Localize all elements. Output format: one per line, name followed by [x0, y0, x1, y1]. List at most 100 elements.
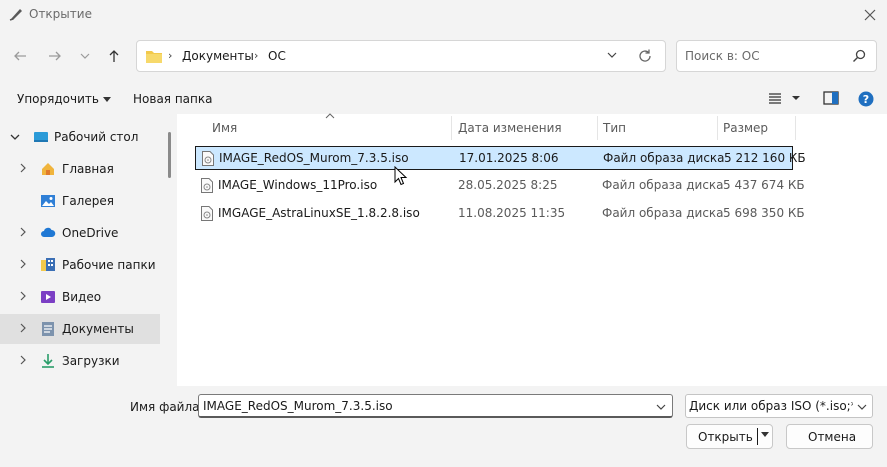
sidebar-item-label: Видео: [62, 290, 102, 304]
arrow-up-icon: [109, 50, 119, 62]
column-header-size[interactable]: Размер: [718, 114, 796, 142]
cloud-icon: [41, 227, 56, 237]
close-icon: [864, 9, 876, 21]
filename-value: IMAGE_RedOS_Murom_7.3.5.iso: [203, 399, 393, 413]
chevron-right-icon[interactable]: [18, 355, 28, 365]
chevron-right-icon[interactable]: [18, 259, 28, 269]
filename-label: Имя файла:: [130, 400, 204, 414]
window-title: Открытие: [29, 7, 92, 21]
chevron-down-icon[interactable]: [607, 50, 617, 60]
navigation-bar: › Документы › ОС Поиск в: ОС: [0, 38, 887, 74]
chevron-right-icon[interactable]: [18, 227, 28, 237]
forward-button[interactable]: [45, 46, 65, 66]
preview-pane-icon: [823, 91, 839, 105]
chevron-down-icon[interactable]: [10, 132, 20, 142]
column-header-name[interactable]: Имя: [195, 114, 451, 142]
navigation-scrollbar[interactable]: [168, 132, 171, 178]
file-list: Имя Дата изменения Тип Размер IMAGE_RedO…: [177, 113, 887, 386]
sidebar-item-downloads[interactable]: Загрузки: [0, 346, 160, 376]
sidebar-item-work-folders[interactable]: Рабочие папки: [0, 250, 160, 280]
search-placeholder: Поиск в: ОС: [685, 49, 760, 63]
view-options-button[interactable]: [768, 91, 804, 108]
new-folder-button[interactable]: Новая папка: [133, 92, 212, 106]
sidebar-item-video[interactable]: Видео: [0, 282, 160, 312]
navigation-pane: Рабочий стол Главная Галерея OneDrive Ра…: [0, 114, 172, 386]
file-size: 5 698 350 КБ: [723, 206, 805, 220]
column-divider[interactable]: [795, 116, 796, 140]
address-bar[interactable]: › Документы › ОС: [136, 40, 666, 72]
dialog-footer: Имя файла: IMAGE_RedOS_Murom_7.3.5.iso Д…: [0, 386, 887, 467]
breadcrumb-os[interactable]: ОС: [268, 49, 286, 63]
file-type-filter-value: Диск или образ ISO (*.iso;*.img: [689, 399, 853, 413]
file-date: 11.08.2025 11:35: [458, 206, 566, 220]
chevron-down-icon: [80, 53, 90, 59]
chevron-right-icon[interactable]: [18, 163, 28, 173]
column-header-date[interactable]: Дата изменения: [452, 114, 597, 142]
disc-image-file-icon: [201, 178, 213, 193]
sidebar-item-label: Рабочие папки: [62, 258, 156, 272]
chevron-right-icon[interactable]: [18, 291, 28, 301]
file-type: Файл образа диска: [603, 151, 725, 165]
app-feather-icon: [9, 9, 22, 21]
sidebar-item-label: Документы: [62, 322, 134, 336]
chevron-right-icon[interactable]: [18, 323, 28, 333]
breadcrumb-separator: ›: [254, 49, 259, 62]
recent-locations-button[interactable]: [75, 46, 95, 66]
work-folders-icon: [41, 258, 55, 271]
organize-button[interactable]: Упорядочить: [17, 92, 111, 106]
svg-text:?: ?: [863, 93, 869, 106]
folder-icon: [146, 51, 162, 63]
refresh-icon[interactable]: [637, 48, 653, 64]
arrow-right-icon: [49, 51, 61, 61]
command-bar: Упорядочить Новая папка ?: [0, 86, 887, 112]
search-icon: [853, 49, 866, 62]
file-size: 5 212 160 КБ: [724, 151, 806, 165]
chevron-down-icon[interactable]: [656, 402, 666, 412]
file-row[interactable]: IMAGE_RedOS_Murom_7.3.5.iso 17.01.2025 8…: [195, 146, 806, 170]
caret-down-icon[interactable]: [761, 432, 769, 438]
breadcrumb-separator: ›: [168, 49, 173, 62]
column-header-label: Дата изменения: [458, 121, 562, 135]
search-box[interactable]: Поиск в: ОС: [676, 40, 877, 72]
cancel-button[interactable]: Отмена: [786, 424, 873, 449]
disc-image-file-icon: [201, 206, 213, 221]
new-folder-label: Новая папка: [133, 92, 213, 106]
back-button[interactable]: [10, 46, 30, 66]
preview-pane-button[interactable]: [823, 91, 839, 108]
help-button[interactable]: ?: [858, 91, 874, 110]
organize-label: Упорядочить: [17, 92, 99, 106]
column-header-label: Тип: [603, 121, 626, 135]
column-header-type[interactable]: Тип: [598, 114, 718, 142]
open-button[interactable]: Открыть: [686, 424, 773, 449]
home-icon: [42, 163, 54, 175]
sidebar-item-gallery[interactable]: Галерея: [0, 186, 160, 216]
sidebar-item-label: Загрузки: [62, 354, 120, 368]
video-icon: [41, 291, 55, 303]
cancel-button-label: Отмена: [808, 430, 857, 444]
split-divider: [757, 428, 758, 445]
list-view-icon: [769, 93, 800, 104]
file-row[interactable]: IMAGE_Windows_11Pro.iso 28.05.2025 8:25 …: [195, 174, 805, 198]
sidebar-item-onedrive[interactable]: OneDrive: [0, 218, 160, 248]
sidebar-item-label: OneDrive: [62, 226, 119, 240]
title-bar: Открытие: [0, 0, 887, 30]
file-name: IMAGE_RedOS_Murom_7.3.5.iso: [219, 151, 409, 165]
documents-icon: [42, 322, 54, 336]
close-button[interactable]: [859, 4, 881, 26]
download-icon: [42, 354, 54, 368]
file-date: 28.05.2025 8:25: [458, 178, 558, 192]
sidebar-item-home[interactable]: Главная: [0, 154, 160, 184]
up-button[interactable]: [104, 46, 124, 66]
file-date: 17.01.2025 8:06: [459, 151, 559, 165]
open-button-label: Открыть: [698, 430, 753, 444]
column-header-label: Имя: [212, 121, 238, 135]
sidebar-item-documents[interactable]: Документы: [0, 314, 160, 344]
sidebar-item-desktop[interactable]: Рабочий стол: [0, 122, 160, 152]
caret-down-icon: [102, 97, 111, 102]
file-row[interactable]: IMGAGE_AstraLinuxSE_1.8.2.8.iso 11.08.20…: [195, 202, 805, 226]
sidebar-item-label: Рабочий стол: [54, 130, 139, 144]
help-icon: ?: [858, 91, 874, 107]
filename-input[interactable]: IMAGE_RedOS_Murom_7.3.5.iso: [198, 394, 673, 418]
breadcrumb-documents[interactable]: Документы: [182, 49, 254, 63]
file-type-filter-select[interactable]: Диск или образ ISO (*.iso;*.img: [685, 394, 873, 418]
